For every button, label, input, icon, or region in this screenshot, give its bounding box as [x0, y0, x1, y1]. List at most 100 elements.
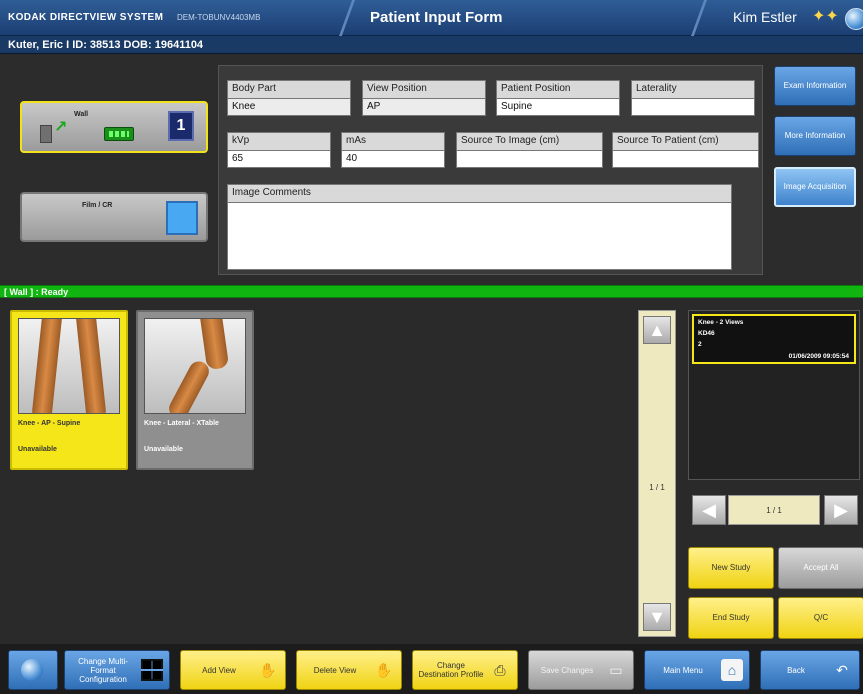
laterality-value[interactable] [631, 98, 755, 116]
body-part-label: Body Part [227, 80, 351, 98]
body-part-field[interactable]: Body Part Knee [227, 80, 351, 116]
patient-position-value[interactable]: Supine [496, 98, 620, 116]
change-multi-format-label: Change Multi-Format Configuration [78, 656, 128, 684]
back-arrow-icon: ↶ [836, 662, 848, 678]
film-detector-label: Film / CR [82, 202, 113, 209]
multi-format-grid-icon [141, 659, 163, 681]
tab-exam-information[interactable]: Exam Information [774, 66, 856, 106]
laterality-label: Laterality [631, 80, 755, 98]
mas-field[interactable]: mAs 40 [341, 132, 445, 168]
accept-all-button[interactable]: Accept All [778, 547, 863, 589]
new-study-button[interactable]: New Study [688, 547, 774, 589]
detector-panel: Wall ↗ 1 Film / CR [0, 65, 214, 275]
thumbnail-status: Unavailable [18, 446, 57, 453]
wall-detector-icon [40, 125, 52, 143]
printer-icon: ⎙ [494, 662, 506, 678]
end-study-button[interactable]: End Study [688, 597, 774, 639]
kvp-field[interactable]: kVp 65 [227, 132, 331, 168]
mas-label: mAs [341, 132, 445, 150]
stars-icon: ✦✦ [812, 8, 839, 25]
image-comments-field[interactable]: Image Comments [227, 184, 732, 270]
thumbnail-lateral[interactable]: Knee - Lateral - XTable Unavailable [136, 310, 254, 470]
brand-label: KODAK DIRECTVIEW SYSTEM [8, 12, 164, 23]
acquisition-form: Body Part Knee View Position AP Patient … [218, 65, 763, 275]
globe-icon [21, 659, 43, 681]
film-detector-button[interactable]: Film / CR [20, 192, 208, 242]
study-panel: Knee - 2 Views KD46 2 01/06/2009 09:05:5… [688, 310, 860, 480]
detector-number: 1 [168, 111, 194, 141]
save-changes-button[interactable]: Save Changes ▭ [528, 650, 634, 690]
study-date: 01/06/2009 09:05:54 [788, 353, 849, 360]
patient-info: Kuter, Eric I ID: 38513 DOB: 19641104 [8, 39, 204, 51]
upper-panel: Wall ↗ 1 Film / CR Body Part Knee View P… [0, 55, 863, 285]
add-view-label: Add View [202, 665, 236, 675]
down-arrow-icon[interactable]: ▼ [643, 603, 671, 631]
film-cassette-icon [166, 201, 198, 235]
image-comments-label: Image Comments [227, 184, 732, 202]
qc-button[interactable]: Q/C [778, 597, 863, 639]
patient-position-field[interactable]: Patient Position Supine [496, 80, 620, 116]
study-card[interactable]: Knee - 2 Views KD46 2 01/06/2009 09:05:5… [692, 314, 856, 364]
thumbnail-page: 1 / 1 [649, 483, 665, 492]
arrow-icon: ↗ [54, 119, 68, 136]
tab-more-information[interactable]: More Information [774, 116, 856, 156]
thumbnail-scroll[interactable]: ▲ 1 / 1 ▼ [638, 310, 676, 637]
mas-value[interactable]: 40 [341, 150, 445, 168]
globe-icon[interactable] [845, 8, 863, 30]
save-icon: ▭ [609, 662, 623, 678]
view-position-label: View Position [362, 80, 486, 98]
user-name: Kim Estler [733, 9, 797, 25]
back-button[interactable]: Back ↶ [760, 650, 860, 690]
page-title: Patient Input Form [370, 9, 503, 26]
image-comments-textarea[interactable] [227, 202, 732, 270]
kvp-label: kVp [227, 132, 331, 150]
save-changes-label: Save Changes [540, 665, 594, 675]
thumbnail-status: Unavailable [144, 446, 183, 453]
change-destination-button[interactable]: Change Destination Profile ⎙ [412, 650, 518, 690]
user-separator [690, 0, 708, 36]
title-separator [338, 0, 356, 36]
source-to-image-value[interactable] [456, 150, 603, 168]
study-title: Knee - 2 Views [698, 319, 744, 326]
change-multi-format-button[interactable]: Change Multi-Format Configuration [64, 650, 170, 690]
source-to-patient-label: Source To Patient (cm) [612, 132, 759, 150]
knee-ap-image [18, 318, 120, 414]
globe-button[interactable] [8, 650, 58, 690]
body-part-value[interactable]: Knee [227, 98, 351, 116]
study-count: 2 [698, 341, 702, 348]
side-tabs: Exam Information More Information Image … [768, 60, 863, 278]
source-to-image-label: Source To Image (cm) [456, 132, 603, 150]
source-to-patient-field[interactable]: Source To Patient (cm) [612, 132, 759, 168]
view-position-field[interactable]: View Position AP [362, 80, 486, 116]
thumbnail-ap[interactable]: Knee - AP - Supine Unavailable [10, 310, 128, 470]
status-bar: [ Wall ] : Ready [0, 285, 863, 298]
wall-detector-label: Wall [74, 111, 89, 118]
status-text: [ Wall ] : Ready [4, 287, 69, 297]
thumbnail-title: Knee - Lateral - XTable [144, 420, 219, 427]
home-icon: ⌂ [721, 659, 743, 681]
patient-position-label: Patient Position [496, 80, 620, 98]
laterality-field[interactable]: Laterality [631, 80, 755, 116]
tab-image-acquisition[interactable]: Image Acquisition [774, 167, 856, 207]
thumbnail-title: Knee - AP - Supine [18, 420, 81, 427]
lower-panel: Knee - AP - Supine Unavailable Knee - La… [0, 299, 863, 644]
left-arrow-icon[interactable]: ◀ [692, 495, 726, 525]
main-menu-button[interactable]: Main Menu ⌂ [644, 650, 750, 690]
hand-delete-icon: ✋ [375, 662, 393, 678]
kvp-value[interactable]: 65 [227, 150, 331, 168]
bottom-toolbar: Change Multi-Format Configuration Add Vi… [0, 644, 863, 694]
battery-icon [104, 127, 134, 141]
leg-left [31, 319, 63, 413]
view-position-value[interactable]: AP [362, 98, 486, 116]
right-arrow-icon[interactable]: ▶ [824, 495, 858, 525]
study-navigation: ◀ 1 / 1 ▶ [688, 488, 860, 532]
knee-lateral-image [144, 318, 246, 414]
leg-right [75, 319, 107, 413]
wall-detector-button[interactable]: Wall ↗ 1 [20, 101, 208, 153]
source-to-patient-value[interactable] [612, 150, 759, 168]
up-arrow-icon[interactable]: ▲ [643, 316, 671, 344]
app-window: KODAK DIRECTVIEW SYSTEM DEM-TOBUNV4403MB… [0, 0, 863, 694]
delete-view-button[interactable]: Delete View ✋ [296, 650, 402, 690]
add-view-button[interactable]: Add View ✋ [180, 650, 286, 690]
source-to-image-field[interactable]: Source To Image (cm) [456, 132, 603, 168]
